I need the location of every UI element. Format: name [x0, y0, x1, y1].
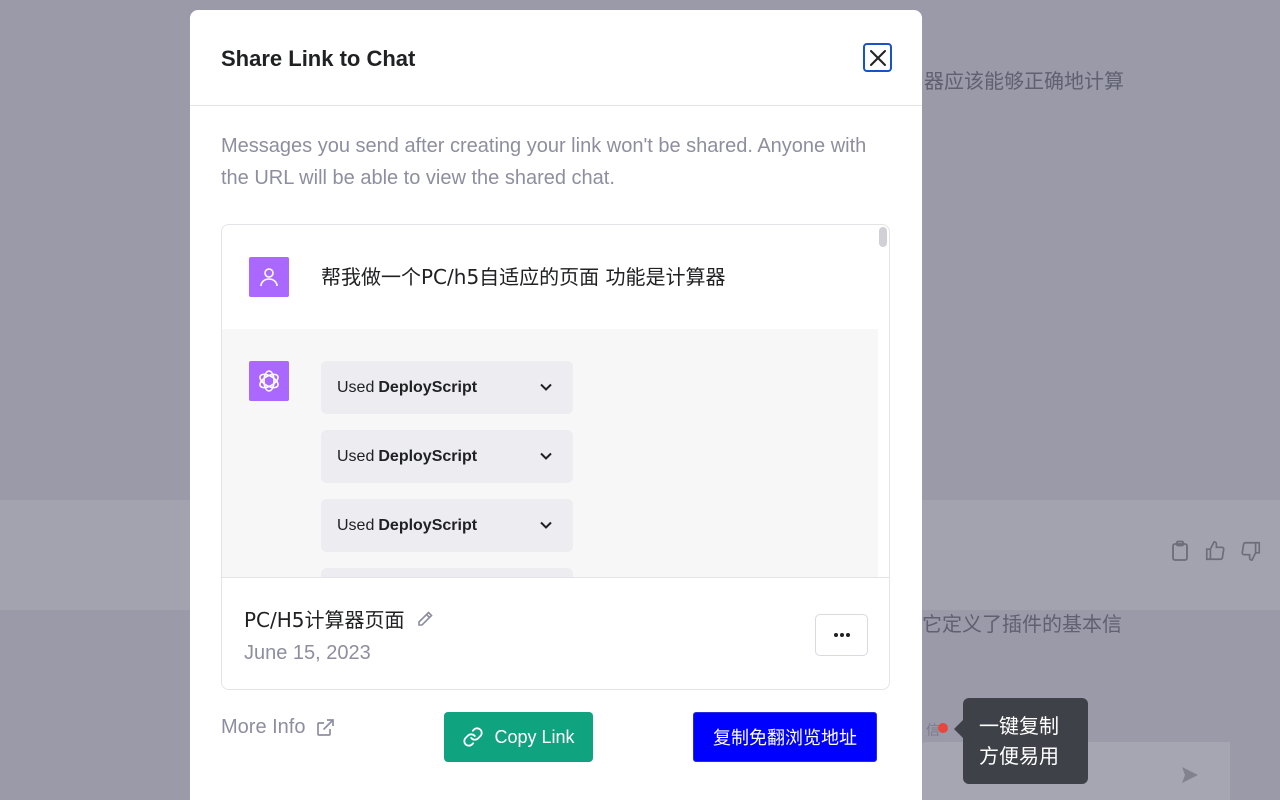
chevron-down-icon — [540, 521, 552, 529]
modal-header: Share Link to Chat — [190, 10, 922, 106]
tooltip: 一键复制 方便易用 — [954, 698, 1088, 784]
copy-link-label: Copy Link — [494, 726, 575, 747]
send-icon[interactable] — [1180, 765, 1200, 790]
pencil-icon[interactable] — [415, 609, 435, 629]
tool-call-chip-partial[interactable] — [321, 568, 573, 577]
external-link-icon — [317, 718, 335, 736]
chat-title: PC/H5计算器页面 — [244, 604, 435, 633]
tool-call-prefix: Used — [337, 447, 375, 465]
more-info-link[interactable]: More Info — [221, 716, 335, 739]
tooltip-anchor-dot — [938, 723, 948, 733]
chevron-down-icon — [540, 452, 552, 460]
preview-footer: PC/H5计算器页面 June 15, 2023 — [222, 577, 889, 689]
tool-call-prefix: Used — [337, 516, 375, 534]
chat-preview: 帮我做一个PC/h5自适应的页面 功能是计算器 Used DeployScript — [221, 224, 890, 690]
user-message-row: 帮我做一个PC/h5自适应的页面 功能是计算器 — [222, 225, 878, 329]
copy-link-button[interactable]: Copy Link — [444, 712, 593, 762]
assistant-message-row: Used DeployScript Used DeployScript Used De… — [222, 329, 878, 577]
tool-call-chip[interactable]: Used DeployScript — [321, 499, 573, 552]
chat-date: June 15, 2023 — [244, 642, 371, 664]
tool-call-name: DeployScript — [378, 447, 478, 465]
copy-mirror-link-button[interactable]: 复制免翻浏览地址 — [693, 712, 877, 762]
background-text-2: 它定义了插件的基本信 — [922, 612, 1122, 636]
thumbs-down-icon[interactable] — [1240, 540, 1262, 562]
tooltip-line-1: 一键复制 — [979, 714, 1059, 738]
chat-title-text: PC/H5计算器页面 — [244, 608, 405, 632]
user-message: 帮我做一个PC/h5自适应的页面 功能是计算器 — [321, 265, 726, 289]
user-avatar — [249, 257, 289, 297]
tool-call-prefix: Used — [337, 378, 375, 396]
close-icon — [869, 49, 886, 66]
tooltip-line-2: 方便易用 — [979, 744, 1059, 768]
thumbs-up-icon[interactable] — [1204, 540, 1226, 562]
share-link-modal: Share Link to Chat Messages you send aft… — [190, 10, 922, 800]
link-icon — [463, 727, 484, 747]
more-info-label: More Info — [221, 716, 306, 738]
tool-call-name: DeployScript — [378, 516, 478, 534]
assistant-avatar — [249, 361, 289, 401]
tool-call-chip[interactable]: Used DeployScript — [321, 361, 573, 414]
tool-call-chip[interactable]: Used DeployScript — [321, 430, 573, 483]
tool-call-name: DeployScript — [378, 378, 478, 396]
chevron-down-icon — [540, 383, 552, 391]
chat-preview-scroll-area[interactable]: 帮我做一个PC/h5自适应的页面 功能是计算器 Used DeployScript — [222, 225, 878, 577]
user-icon — [260, 268, 278, 287]
clipboard-icon[interactable] — [1170, 540, 1190, 562]
ellipsis-icon — [833, 633, 850, 637]
openai-logo-icon — [259, 370, 279, 392]
more-options-button[interactable] — [815, 614, 868, 656]
modal-description: Messages you send after creating your li… — [221, 135, 867, 189]
modal-title: Share Link to Chat — [221, 46, 416, 71]
background-text-1: 器应该能够正确地计算 — [924, 69, 1124, 93]
close-button[interactable] — [863, 43, 892, 72]
preview-scrollbar[interactable] — [879, 227, 887, 247]
background-message-actions — [1170, 540, 1262, 562]
